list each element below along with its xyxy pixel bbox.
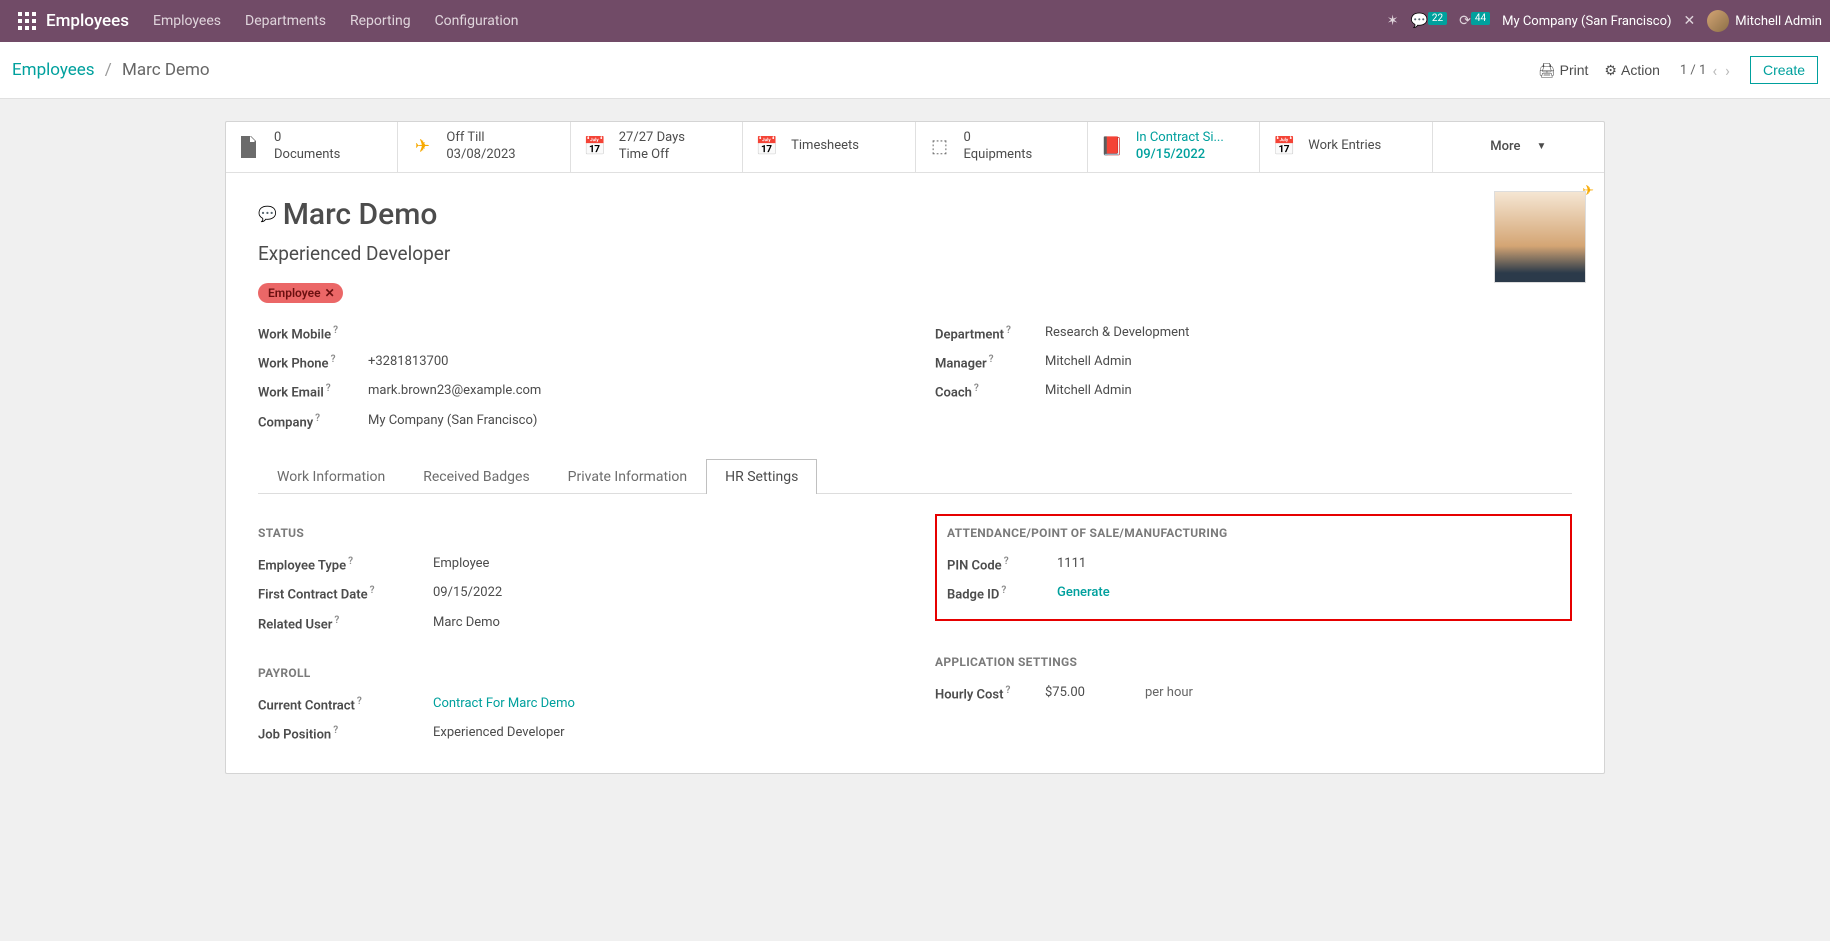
action-button[interactable]: ⚙Action (1604, 62, 1659, 79)
gear-icon: ⚙ (1604, 62, 1617, 79)
chat-count: 22 (1428, 12, 1447, 25)
company-selector[interactable]: My Company (San Francisco) (1502, 14, 1671, 29)
department-value[interactable]: Research & Development (1045, 325, 1189, 342)
user-name[interactable]: Mitchell Admin (1735, 14, 1822, 29)
stat-time-off[interactable]: 📅 27/27 DaysTime Off (571, 122, 743, 172)
chat-icon[interactable]: 💬22 (1410, 13, 1447, 29)
hourly-cost-value[interactable]: $75.00 (1045, 685, 1085, 702)
tab-received-badges[interactable]: Received Badges (404, 459, 548, 494)
caret-down-icon: ▼ (1536, 141, 1546, 152)
tab-private-information[interactable]: Private Information (549, 459, 706, 494)
top-nav: Employees Employees Departments Reportin… (0, 0, 1830, 42)
employee-name[interactable]: 💬 Marc Demo (258, 197, 1572, 232)
presence-icon: 💬 (258, 205, 277, 223)
hourly-cost-label: Hourly Cost? (935, 685, 1045, 702)
job-position-label: Job Position? (258, 725, 433, 742)
breadcrumb-root[interactable]: Employees (12, 60, 95, 80)
document-icon (238, 136, 262, 158)
employee-tag[interactable]: Employee✕ (258, 283, 343, 303)
department-label: Department? (935, 325, 1045, 342)
breadcrumb-current: Marc Demo (122, 60, 210, 80)
related-user-value[interactable]: Marc Demo (433, 615, 500, 632)
app-settings-heading: APPLICATION SETTINGS (935, 655, 1572, 669)
tab-hr-settings[interactable]: HR Settings (706, 459, 817, 494)
breadcrumb: Employees / Marc Demo (12, 60, 210, 80)
employee-type-value[interactable]: Employee (433, 556, 489, 573)
print-icon: 🖨 (1538, 62, 1556, 79)
pager-text: 1 / 1 (1680, 63, 1706, 78)
menu-reporting[interactable]: Reporting (350, 13, 411, 29)
cubes-icon: ⬚ (928, 136, 952, 157)
attendance-heading: ATTENDANCE/POINT OF SALE/MANUFACTURING (947, 526, 1560, 540)
stat-contract[interactable]: 📕 In Contract Si...09/15/2022 (1088, 122, 1260, 172)
menu-configuration[interactable]: Configuration (435, 13, 519, 29)
status-heading: STATUS (258, 526, 895, 540)
stat-work-entries[interactable]: 📅 Work Entries (1260, 122, 1432, 172)
tabs: Work Information Received Badges Private… (258, 458, 1572, 494)
pin-code-label: PIN Code? (947, 556, 1057, 573)
pager-prev[interactable]: ‹ (1710, 61, 1719, 80)
generate-button[interactable]: Generate (1057, 585, 1110, 602)
clock-icon[interactable]: ⟳44 (1459, 13, 1490, 29)
pin-code-value[interactable]: 1111 (1057, 556, 1086, 573)
manager-value[interactable]: Mitchell Admin (1045, 354, 1132, 371)
employee-avatar[interactable] (1494, 191, 1586, 283)
employee-type-label: Employee Type? (258, 556, 433, 573)
pager: 1 / 1 ‹ › (1680, 61, 1732, 80)
current-contract-label: Current Contract? (258, 696, 433, 713)
work-email-value[interactable]: mark.brown23@example.com (368, 383, 541, 400)
clock-count: 44 (1471, 12, 1490, 25)
manager-label: Manager? (935, 354, 1045, 371)
stat-off-till[interactable]: ✈ Off Till03/08/2023 (398, 122, 570, 172)
stat-more[interactable]: More ▼ (1433, 122, 1604, 172)
related-user-label: Related User? (258, 615, 433, 632)
form-sheet: 0Documents ✈ Off Till03/08/2023 📅 27/27 … (225, 121, 1605, 774)
menu-departments[interactable]: Departments (245, 13, 326, 29)
control-bar: Employees / Marc Demo 🖨Print ⚙Action 1 /… (0, 42, 1830, 99)
work-phone-label: Work Phone? (258, 354, 368, 371)
calendar-icon: 📅 (583, 136, 607, 157)
bug-icon[interactable]: ✶ (1387, 13, 1399, 29)
calendar-icon: 📅 (1272, 136, 1296, 157)
first-contract-date-label: First Contract Date? (258, 585, 433, 602)
tools-icon[interactable]: ✕ (1684, 13, 1696, 29)
attendance-box: ATTENDANCE/POINT OF SALE/MANUFACTURING P… (935, 514, 1572, 621)
first-contract-date-value[interactable]: 09/15/2022 (433, 585, 502, 602)
coach-value[interactable]: Mitchell Admin (1045, 383, 1132, 400)
hourly-unit: per hour (1145, 685, 1193, 702)
company-value[interactable]: My Company (San Francisco) (368, 413, 537, 430)
pager-next[interactable]: › (1723, 61, 1732, 80)
tab-work-information[interactable]: Work Information (258, 459, 404, 494)
work-phone-value[interactable]: +3281813700 (368, 354, 448, 371)
apps-icon[interactable] (18, 12, 36, 30)
work-email-label: Work Email? (258, 383, 368, 400)
payroll-heading: PAYROLL (258, 666, 895, 680)
current-contract-value[interactable]: Contract For Marc Demo (433, 696, 575, 713)
coach-label: Coach? (935, 383, 1045, 400)
stat-buttons: 0Documents ✈ Off Till03/08/2023 📅 27/27 … (226, 122, 1604, 173)
user-avatar[interactable] (1707, 10, 1729, 32)
stat-equipments[interactable]: ⬚ 0Equipments (916, 122, 1088, 172)
job-position[interactable]: Experienced Developer (258, 242, 1572, 265)
plane-icon: ✈ (410, 136, 434, 157)
stat-documents[interactable]: 0Documents (226, 122, 398, 172)
company-label: Company? (258, 413, 368, 430)
calendar-icon: 📅 (755, 136, 779, 157)
work-mobile-label: Work Mobile? (258, 325, 368, 342)
stat-timesheets[interactable]: 📅 Timesheets (743, 122, 915, 172)
app-title[interactable]: Employees (46, 11, 129, 31)
menu-employees[interactable]: Employees (153, 13, 221, 29)
book-icon: 📕 (1100, 136, 1124, 157)
create-button[interactable]: Create (1750, 56, 1818, 84)
print-button[interactable]: 🖨Print (1538, 62, 1589, 79)
job-position-value[interactable]: Experienced Developer (433, 725, 565, 742)
badge-id-label: Badge ID? (947, 585, 1057, 602)
tag-remove-icon[interactable]: ✕ (325, 286, 335, 300)
